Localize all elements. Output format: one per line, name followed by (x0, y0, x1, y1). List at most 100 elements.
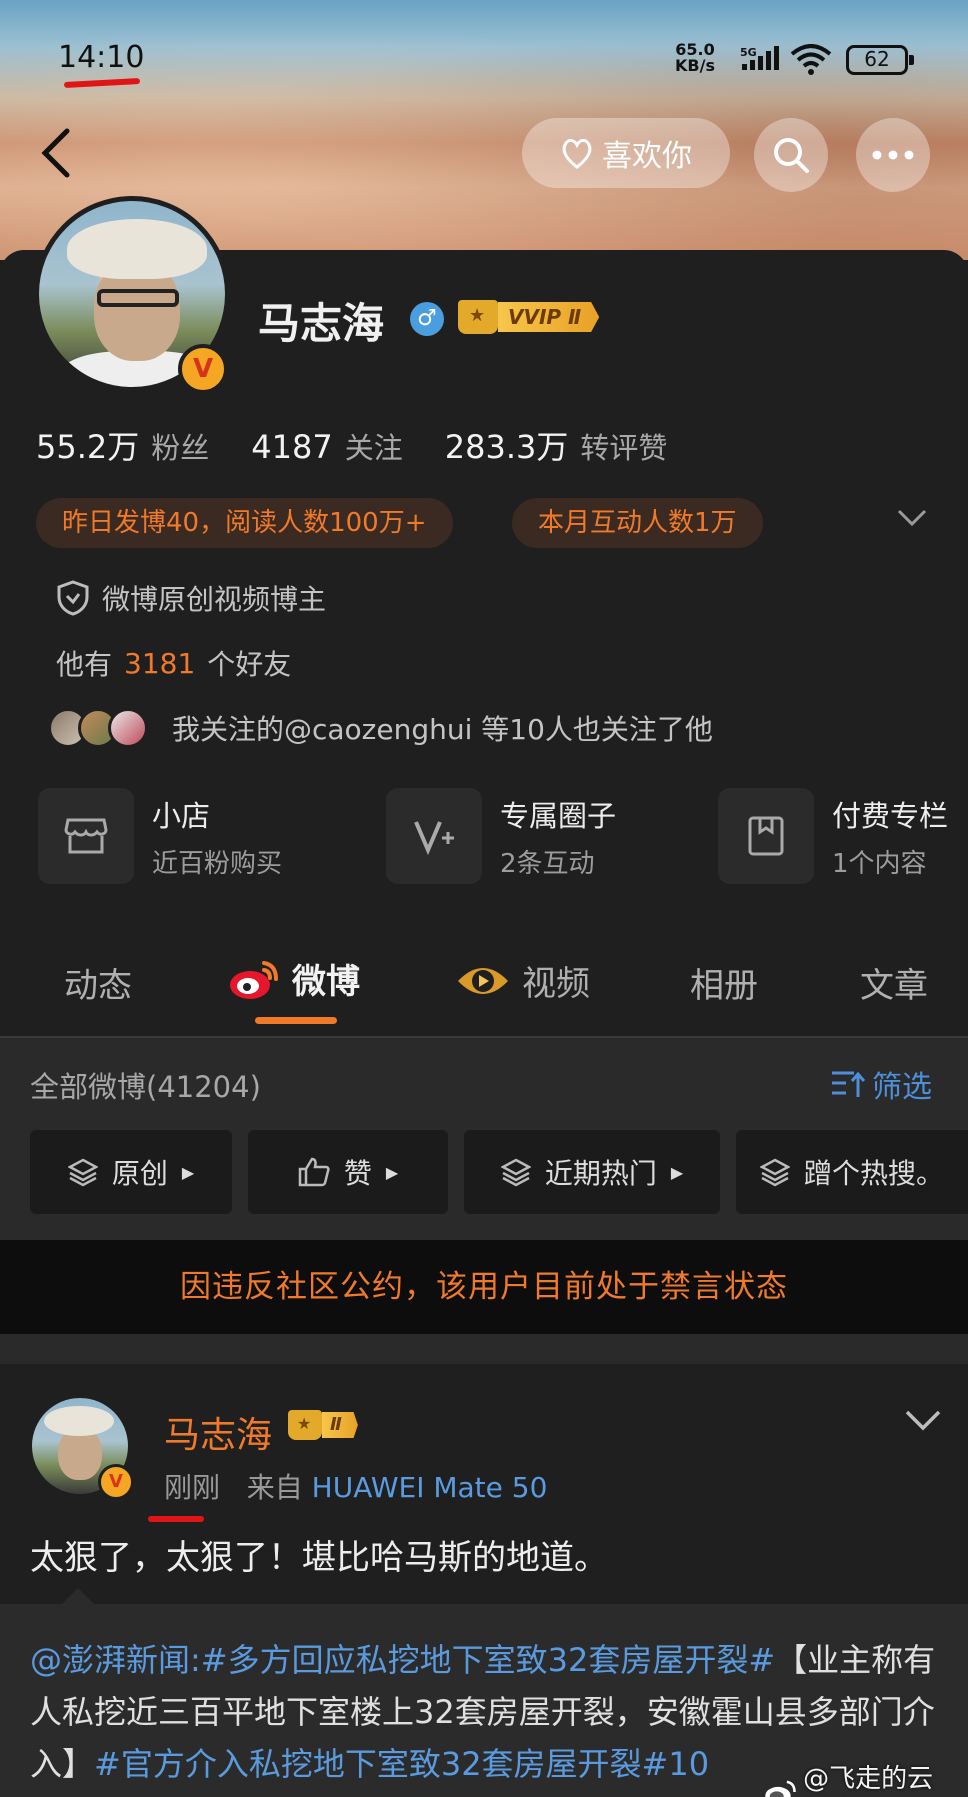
repost-mention[interactable]: @澎湃新闻 (30, 1641, 190, 1679)
filter-sort-icon (832, 1071, 866, 1097)
vvip-badge[interactable]: VVIP Ⅱ (458, 298, 600, 336)
weibo-logo-icon (765, 1780, 796, 1797)
tab-album[interactable]: 相册 (690, 958, 758, 1007)
repost-pointer (62, 1588, 94, 1604)
feature-title: 付费专栏 (832, 798, 949, 833)
activity-chip-interactions[interactable]: 本月互动人数1万 (512, 498, 763, 548)
shield-icon (57, 580, 89, 616)
expand-chevron-icon[interactable] (896, 508, 928, 532)
certification-label: 微博原创视频博主 (102, 583, 327, 616)
certification-row[interactable]: 微博原创视频博主 (56, 578, 326, 618)
filter-pill-like[interactable]: 赞 ▶ (248, 1130, 448, 1214)
tab-dynamic[interactable]: 动态 (64, 958, 132, 1007)
filter-pill-recent-hot[interactable]: 近期热门 ▶ (464, 1130, 720, 1214)
post-author-name[interactable]: 马志海 (164, 1406, 272, 1458)
crown-icon (458, 300, 498, 334)
stat-label: 粉丝 (151, 431, 210, 465)
filter-button[interactable]: 筛选 (830, 1062, 932, 1106)
stat-value: 55.2万 (36, 428, 140, 466)
post-source-device[interactable]: HUAWEI Mate 50 (312, 1471, 548, 1504)
bookmark-icon (718, 788, 814, 884)
section-divider (0, 1334, 968, 1364)
v-plus-icon (386, 788, 482, 884)
profile-name: 马志海 (258, 299, 385, 348)
stat-label: 关注 (344, 431, 403, 465)
more-button[interactable] (856, 118, 930, 192)
repost-topic[interactable]: :#多方回应私挖地下室致32套房屋开裂# (190, 1641, 775, 1679)
feature-shop[interactable]: 小店 近百粉购买 (38, 788, 282, 884)
back-button[interactable] (35, 125, 79, 181)
battery-indicator: 62 (846, 45, 914, 75)
tab-video[interactable]: 视频 (456, 956, 590, 1005)
male-gender-icon: ♂ (410, 302, 444, 336)
friends-row[interactable]: 他有 3181 个好友 (56, 643, 291, 683)
layers-icon (500, 1158, 531, 1187)
friends-suffix: 个好友 (207, 648, 292, 681)
net-speed-unit: KB/s (675, 56, 715, 75)
mutual-follow-row[interactable]: 我关注的@caozenghui 等10人也关注了他 (48, 708, 713, 748)
tab-weibo[interactable]: 微博 (228, 954, 360, 1003)
feature-circle[interactable]: 专属圈子 2条互动 (386, 788, 616, 884)
search-button[interactable] (754, 118, 828, 192)
watermark: @飞走的云520 (764, 1758, 968, 1797)
triangle-right-icon: ▶ (670, 1162, 684, 1182)
status-time: 14:10 (58, 40, 145, 75)
filter-pill-hot-search[interactable]: 蹭个热搜。 (736, 1130, 968, 1214)
stat-interactions[interactable]: 283.3万 转评赞 (445, 422, 668, 468)
search-icon (774, 138, 809, 173)
filter-label: 筛选 (872, 1070, 932, 1105)
layers-icon (759, 1158, 790, 1187)
post-source-prefix: 来自 (246, 1471, 303, 1504)
activity-chip-posts[interactable]: 昨日发博40，阅读人数100万+ (36, 498, 453, 548)
feature-subtitle: 2条互动 (500, 848, 595, 879)
feature-paid-column[interactable]: 付费专栏 1个内容 (718, 788, 948, 884)
pill-label: 赞 (343, 1157, 372, 1190)
feature-title: 小店 (152, 798, 211, 833)
mutual-avatars (48, 708, 148, 748)
like-you-button[interactable]: 喜欢你 (522, 118, 730, 188)
stat-label: 转评赞 (580, 431, 668, 465)
filter-pill-original[interactable]: 原创 ▶ (30, 1130, 232, 1214)
pill-label: 蹭个热搜。 (803, 1157, 944, 1190)
like-you-label: 喜欢你 (602, 139, 692, 174)
watermark-text: @飞走的云520 (803, 1764, 934, 1797)
mutual-follow-text: 我关注的@caozenghui 等10人也关注了他 (172, 713, 713, 746)
pill-label: 近期热门 (544, 1157, 657, 1190)
stat-fans[interactable]: 55.2万 粉丝 (36, 422, 209, 468)
post-menu-chevron-icon[interactable] (904, 1408, 942, 1436)
friends-prefix: 他有 (56, 648, 113, 681)
repost-topic[interactable]: #官方介入私挖地下室致32套房屋开裂# (94, 1745, 668, 1783)
active-tab-indicator (255, 1017, 337, 1024)
verified-badge-icon: V (98, 1464, 134, 1500)
verified-badge-icon: V (178, 344, 228, 394)
profile-stats: 55.2万 粉丝 4187 关注 283.3万 转评赞 (36, 422, 667, 468)
tab-article[interactable]: 文章 (860, 958, 928, 1007)
layers-icon (67, 1158, 98, 1187)
post-meta: 刚刚 来自 HUAWEI Mate 50 (164, 1466, 547, 1506)
tab-label: 相册 (690, 966, 758, 1006)
cellular-signal-icon: 5G (740, 46, 784, 76)
thumbs-up-icon (298, 1157, 330, 1187)
vvip-tag: VVIP Ⅱ (498, 302, 600, 332)
post-text: 太狠了，太狠了！堪比哈马斯的地道。 (30, 1538, 608, 1578)
wifi-icon (790, 44, 832, 80)
crown-icon (288, 1410, 322, 1440)
stat-following[interactable]: 4187 关注 (251, 425, 402, 467)
all-weibo-count: 全部微博(41204) (30, 1070, 261, 1104)
tab-label: 动态 (64, 966, 132, 1006)
heart-hand-icon (562, 138, 592, 169)
tab-label: 文章 (860, 966, 928, 1006)
shop-icon (38, 788, 134, 884)
repost-tail: 10 (668, 1745, 710, 1783)
more-dots-icon (872, 150, 914, 160)
tab-label: 视频 (522, 964, 590, 1004)
triangle-right-icon: ▶ (385, 1162, 399, 1182)
red-annotation-mark (148, 1516, 204, 1522)
pill-label: 原创 (111, 1157, 168, 1190)
stat-value: 4187 (251, 428, 333, 466)
feature-title: 专属圈子 (500, 798, 617, 833)
post-time: 刚刚 (164, 1471, 221, 1504)
video-eye-icon (458, 967, 508, 994)
feature-subtitle: 1个内容 (832, 848, 927, 879)
post-vip-badge[interactable]: Ⅱ (288, 1410, 358, 1440)
